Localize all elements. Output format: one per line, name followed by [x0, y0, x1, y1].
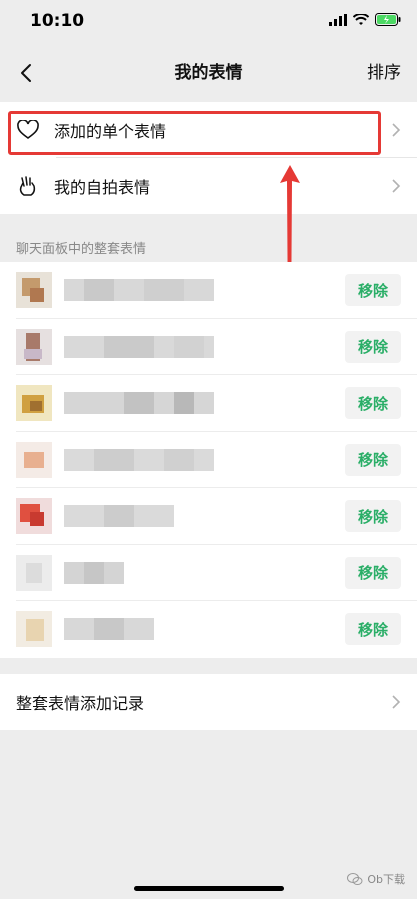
nav-bar: 我的表情 排序: [0, 44, 417, 102]
sticker-name-blurred: [64, 618, 154, 641]
add-record-label: 整套表情添加记录: [16, 693, 145, 713]
sticker-name-blurred: [64, 448, 214, 471]
list-item: 移除: [0, 375, 417, 432]
list-item: 移除: [0, 431, 417, 488]
sticker-thumbnail: [16, 611, 52, 648]
chevron-right-icon: [392, 694, 401, 709]
sticker-name-blurred: [64, 392, 214, 415]
hand-icon: [16, 174, 40, 198]
added-single-stickers-label: 添加的单个表情: [54, 122, 167, 141]
record-group: 整套表情添加记录: [0, 673, 417, 730]
wechat-logo-icon: [347, 873, 363, 885]
list-item: 移除: [0, 544, 417, 601]
chevron-right-icon: [392, 123, 401, 137]
sticker-thumbnail: [16, 441, 52, 478]
remove-button[interactable]: 移除: [345, 443, 401, 476]
my-stickers-group: 添加的单个表情 我的自拍表情: [0, 102, 417, 214]
sticker-name-blurred: [64, 505, 174, 528]
section-title: 聊天面板中的整套表情: [16, 242, 147, 257]
heart-icon: [16, 118, 40, 142]
status-bar: 10:10: [0, 0, 417, 44]
sticker-name-blurred: [64, 279, 214, 302]
remove-button[interactable]: 移除: [345, 274, 401, 307]
watermark-text: Ob下载: [367, 873, 405, 886]
sticker-thumbnail: [16, 554, 52, 591]
signal-icon: [329, 13, 347, 26]
remove-button[interactable]: 移除: [345, 500, 401, 533]
status-icons: [329, 13, 401, 26]
chevron-right-icon: [392, 179, 401, 193]
sticker-thumbnail: [16, 272, 52, 309]
selfie-stickers-label: 我的自拍表情: [54, 178, 151, 197]
sticker-name-blurred: [64, 335, 214, 358]
wifi-icon: [353, 13, 369, 25]
added-single-stickers-row[interactable]: 添加的单个表情: [0, 102, 417, 158]
sticker-thumbnail: [16, 328, 52, 365]
sticker-thumbnail: [16, 498, 52, 535]
add-record-row[interactable]: 整套表情添加记录: [0, 674, 417, 730]
home-indicator: [134, 886, 284, 891]
sticker-sets-list: 移除 移除 移除 移除 移除 移除 移除: [0, 262, 417, 658]
watermark: Ob下载: [347, 871, 405, 887]
battery-icon: [375, 13, 401, 26]
sort-button[interactable]: 排序: [367, 58, 401, 83]
list-item: 移除: [0, 601, 417, 658]
remove-button[interactable]: 移除: [345, 613, 401, 646]
remove-button[interactable]: 移除: [345, 387, 401, 420]
list-item: 移除: [0, 488, 417, 545]
list-item: 移除: [0, 318, 417, 375]
sticker-thumbnail: [16, 385, 52, 422]
remove-button[interactable]: 移除: [345, 556, 401, 589]
status-time: 10:10: [30, 11, 85, 31]
remove-button[interactable]: 移除: [345, 330, 401, 363]
selfie-stickers-row[interactable]: 我的自拍表情: [0, 158, 417, 214]
sticker-name-blurred: [64, 561, 124, 584]
page-title: 我的表情: [174, 63, 243, 83]
list-item: 移除: [0, 262, 417, 319]
